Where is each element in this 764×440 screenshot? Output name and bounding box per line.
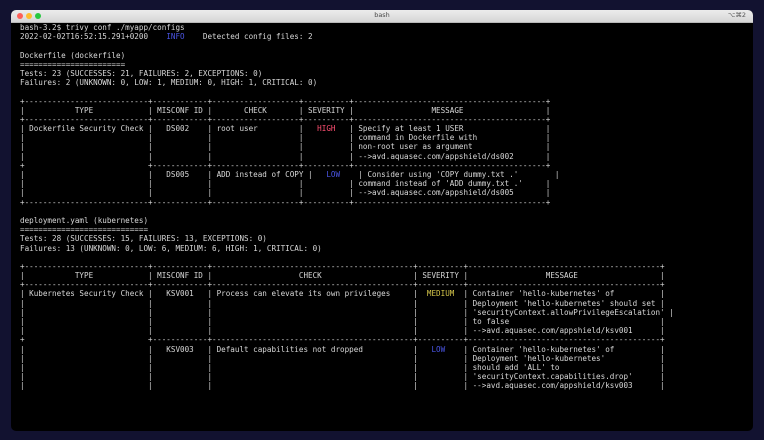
terminal-line: | TYPE | MISCONF ID | CHECK | SEVERITY |… [20,271,750,280]
terminal-text: ======================= [20,59,126,69]
terminal-line: | | DS005 | ADD instead of COPY | LOW | … [20,170,750,179]
terminal-line: +---------------------------+-----------… [20,280,750,289]
terminal-text: | Container 'hello-kubernetes' of | [445,344,665,354]
terminal-line: | TYPE | MISCONF ID | CHECK | SEVERITY |… [20,106,750,115]
terminal-text: +---------------------------+-----------… [20,96,551,106]
terminal-line: | | | | | should add 'ALL' to | [20,363,750,372]
terminal-text: | | | | | to false | [20,317,665,326]
terminal-line: | | | | | 'securityContext.allowPrivileg… [20,308,750,317]
terminal-line: Tests: 28 (SUCCESSES: 15, FAILURES: 13, … [20,234,750,243]
terminal-line: | | | | | -->avd.aquasec.com/appshield/d… [20,188,750,197]
terminal-text: Tests: 23 (SUCCESSES: 21, FAILURES: 2, E… [20,68,263,78]
terminal-text: | Container 'hello-kubernetes' of | [454,289,665,299]
terminal-line: Tests: 23 (SUCCESSES: 21, FAILURES: 2, E… [20,69,750,78]
terminal-text: | Kubernetes Security Check | KSV001 | P… [20,289,427,299]
severity-low: LOW [326,170,341,179]
terminal-text: +---------------------------+-----------… [20,114,551,124]
terminal-text: | | | | | Deployment 'hello-kubernetes' … [20,298,665,308]
terminal-line: +---------------------------+-----------… [20,97,750,106]
terminal-line: +---------------------------+-----------… [20,198,750,207]
terminal-text: + +------------+------------------------… [20,335,665,345]
terminal-line: ============================ [20,225,750,234]
terminal-output[interactable]: bash-3.2$ trivy conf ./myapp/configs 2022… [20,23,750,431]
severity-info: INFO [166,32,185,42]
terminal-line: | | | | | 'securityContext.capabilities.… [20,372,750,381]
terminal-line: | Kubernetes Security Check | KSV001 | P… [20,289,750,298]
severity-high: HIGH [317,124,336,134]
terminal-line: +---------------------------+-----------… [20,115,750,124]
terminal-text: | | | | | Deployment 'hello-kubernetes' … [20,353,665,363]
terminal-text: 2022-02-02T16:52:15.291+0200 [20,32,167,42]
terminal-text: | | KSV003 | Default capabilities not dr… [20,344,432,354]
window-title: bash [374,11,390,19]
terminal-line: 2022-02-02T16:52:15.291+0200 INFO Detect… [20,32,750,41]
terminal-text: | TYPE | MISCONF ID | CHECK | SEVERITY |… [20,105,551,115]
terminal-line: | | | | | to false | [20,317,750,326]
terminal-text: | | DS005 | ADD instead of COPY | [20,170,327,179]
terminal-text: | | | | | -->avd.aquasec.com/appshield/d… [20,188,551,198]
terminal-line: Failures: 13 (UNKNOWN: 0, LOW: 6, MEDIUM… [20,244,750,253]
terminal-text: +---------------------------+-----------… [20,261,665,271]
terminal-text: | | | | | -->avd.aquasec.com/appshield/k… [20,326,665,336]
terminal-text: +---------------------------+-----------… [20,197,551,207]
terminal-text: | | | | | -->avd.aquasec.com/appshield/d… [20,151,551,161]
terminal-line: | | | | | -->avd.aquasec.com/appshield/d… [20,152,750,161]
terminal-text: Failures: 13 (UNKNOWN: 0, LOW: 6, MEDIUM… [20,243,322,253]
terminal-line: | | | | | Deployment 'hello-kubernetes' … [20,354,750,363]
terminal-text: Dockerfile (dockerfile) [20,50,126,60]
terminal-text: | | | | | command in Dockerfile with | [20,133,551,143]
terminal-line: | | | | | -->avd.aquasec.com/appshield/k… [20,326,750,335]
terminal-window: bash ⌥⌘2 bash-3.2$ trivy conf ./myapp/co… [11,10,753,431]
terminal-line: | | | | | -->avd.aquasec.com/appshield/k… [20,381,750,390]
terminal-text: | | | | | 'securityContext.allowPrivileg… [20,307,674,317]
terminal-text: | | | | | non-root user as argument | [20,142,551,152]
terminal-text: ============================ [20,225,149,235]
terminal-line: | Dockerfile Security Check | DS002 | ro… [20,124,750,133]
terminal-text: | | | | | should add 'ALL' to | [20,362,665,372]
terminal-text: | | | | | 'securityContext.capabilities.… [20,372,665,382]
window-shortcut: ⌥⌘2 [727,11,746,19]
terminal-line: + +------------+------------------------… [20,335,750,344]
terminal-line: Failures: 2 (UNKNOWN: 0, LOW: 1, MEDIUM:… [20,78,750,87]
terminal-line: | | | | | command in Dockerfile with | [20,133,750,142]
terminal-line: | | | | | command instead of 'ADD dummy.… [20,179,750,188]
severity-medium: MEDIUM [426,289,455,299]
terminal-line: +---------------------------+-----------… [20,262,750,271]
terminal-text: | Dockerfile Security Check | DS002 | ro… [20,124,318,134]
terminal-text: | TYPE | MISCONF ID | CHECK | SEVERITY |… [20,271,665,281]
terminal-line: | | | | | non-root user as argument | [20,142,750,151]
terminal-text: +---------------------------+-----------… [20,280,665,290]
terminal-text: | Consider using 'COPY dummy.txt .' | [340,170,560,179]
terminal-text: Failures: 2 (UNKNOWN: 0, LOW: 1, MEDIUM:… [20,78,318,88]
terminal-line: ======================= [20,60,750,69]
terminal-line: + +------------+-------------------+----… [20,161,750,170]
terminal-text: Detected config files: 2 [184,32,313,42]
severity-low: LOW [431,344,446,354]
terminal-text: | Specify at least 1 USER | [335,124,551,134]
terminal-line: | | | | | Deployment 'hello-kubernetes' … [20,299,750,308]
terminal-line: Dockerfile (dockerfile) [20,51,750,60]
terminal-line: | | KSV003 | Default capabilities not dr… [20,345,750,354]
terminal-text: Tests: 28 (SUCCESSES: 15, FAILURES: 13, … [20,234,267,244]
terminal-text: + +------------+-------------------+----… [20,160,551,170]
title-bar: bash ⌥⌘2 [11,10,753,23]
terminal-line: bash-3.2$ trivy conf ./myapp/configs [20,23,750,32]
terminal-line: deployment.yaml (kubernetes) [20,216,750,225]
terminal-text: deployment.yaml (kubernetes) [20,215,149,225]
terminal-text: | | | | | command instead of 'ADD dummy.… [20,179,551,189]
terminal-text: | | | | | -->avd.aquasec.com/appshield/k… [20,381,665,391]
terminal-text: bash-3.2$ trivy conf ./myapp/configs [20,23,185,32]
